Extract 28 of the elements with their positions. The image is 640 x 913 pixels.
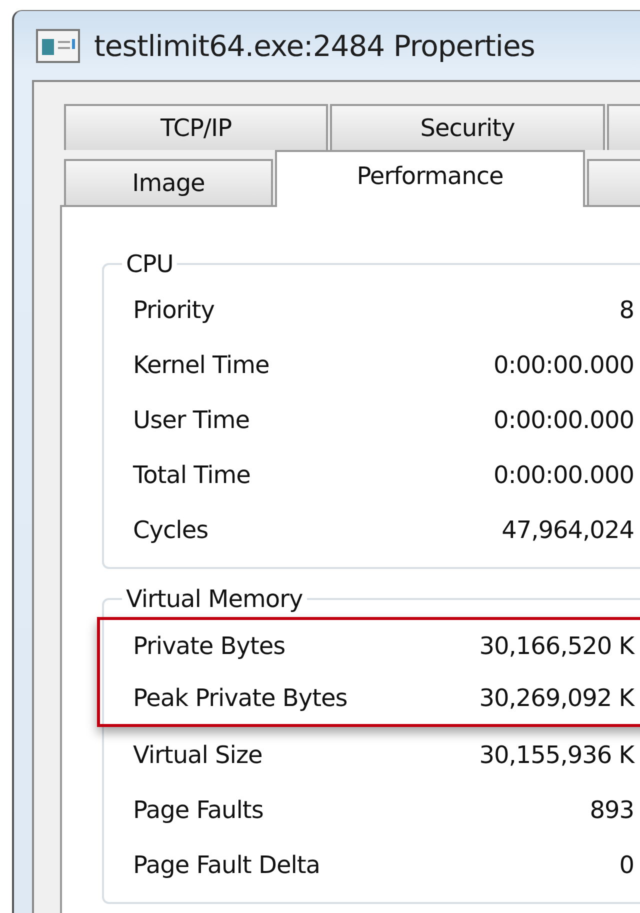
window-title: testlimit64.exe:2484 Properties	[94, 28, 535, 62]
field-label: Private Bytes	[133, 632, 286, 660]
field-value: 30,155,936 K	[479, 740, 634, 768]
window-icon	[36, 28, 80, 62]
field-value: 47,964,024	[502, 516, 634, 544]
field-label: Peak Private Bytes	[133, 684, 348, 712]
field-value: 0:00:00.000	[494, 350, 634, 378]
field-value: 30,269,092 K	[479, 684, 634, 712]
field-label: User Time	[133, 406, 250, 434]
group-title: Virtual Memory	[125, 585, 304, 613]
tab[interactable]: Image	[64, 159, 273, 205]
field-label: Page Faults	[133, 796, 264, 824]
field-value: 30,166,520 K	[479, 632, 634, 660]
field-value: 893	[590, 796, 634, 824]
field-label: Total Time	[133, 460, 250, 488]
field-label: Page Fault Delta	[133, 850, 320, 878]
field-value: 0:00:00.000	[494, 406, 634, 434]
tab[interactable]: Security	[330, 104, 605, 150]
field-label: Virtual Size	[133, 740, 262, 768]
field-value: 8	[619, 296, 634, 324]
field-value: 0	[619, 850, 634, 878]
field-label: Priority	[133, 296, 214, 324]
tab[interactable]: TCP/IP	[64, 104, 328, 150]
field-label: Kernel Time	[133, 350, 270, 378]
tab[interactable]: Performance	[275, 150, 585, 207]
field-label: Cycles	[133, 516, 208, 544]
field-value: 0:00:00.000	[494, 460, 634, 488]
group-title: CPU	[125, 250, 174, 278]
